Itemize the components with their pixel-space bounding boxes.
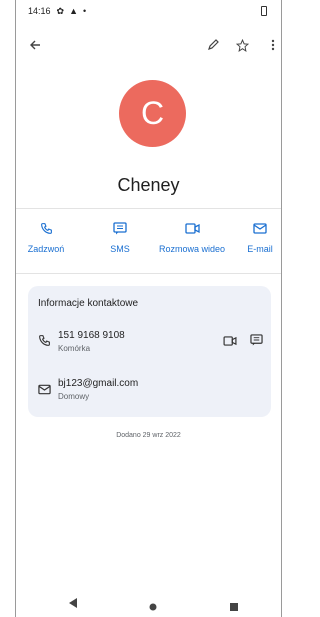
phone-row[interactable]: 151 9168 9108 Komórka	[28, 330, 271, 360]
sms-icon[interactable]	[250, 333, 263, 351]
divider	[16, 273, 281, 274]
contact-name: Cheney	[117, 175, 180, 195]
divider	[16, 208, 281, 209]
email-address: bj123@gmail.com	[58, 378, 139, 389]
message-icon	[113, 218, 127, 238]
video-call-icon[interactable]	[223, 333, 237, 351]
phone-icon	[40, 218, 53, 238]
action-bar: Zadzwoń SMS Rozmowa wideo E-mail	[16, 218, 281, 266]
edit-pencil-icon[interactable]	[202, 34, 224, 56]
notification-dot-icon: •	[83, 5, 87, 16]
system-nav-bar	[16, 592, 281, 616]
email-row[interactable]: bj123@gmail.com Domowy	[28, 378, 271, 408]
email-type: Domowy	[58, 392, 90, 401]
status-time: 14:16	[28, 6, 51, 16]
video-icon	[184, 218, 200, 238]
favorite-star-icon[interactable]	[231, 34, 253, 56]
mail-icon	[38, 382, 51, 400]
added-date-note: Dodano 29 wrz 2022	[116, 432, 181, 439]
video-call-label: Rozmowa wideo	[158, 244, 226, 254]
home-circle-icon[interactable]	[149, 598, 157, 616]
settings-gear-icon: ✿	[56, 5, 65, 16]
call-label: Zadzwoń	[27, 244, 65, 254]
sms-label: SMS	[110, 244, 130, 254]
contact-avatar: C	[119, 80, 186, 147]
contact-info-card: Informacje kontaktowe 151 9168 9108 Komó…	[28, 286, 271, 417]
sms-button[interactable]: SMS	[102, 218, 138, 254]
email-label: E-mail	[247, 244, 273, 254]
status-bar: 14:16 ✿ ▲ •	[16, 0, 281, 22]
phone-number: 151 9168 9108	[58, 330, 125, 341]
back-triangle-icon[interactable]	[68, 596, 78, 614]
mail-icon	[253, 218, 267, 238]
email-button[interactable]: E-mail	[240, 218, 280, 254]
back-arrow-icon[interactable]	[24, 34, 46, 56]
call-button[interactable]: Zadzwoń	[24, 218, 68, 254]
warning-icon: ▲	[69, 5, 78, 16]
video-call-button[interactable]: Rozmowa wideo	[152, 218, 232, 254]
app-bar	[16, 28, 281, 64]
more-vert-icon[interactable]	[262, 34, 284, 56]
phone-icon	[38, 334, 51, 352]
avatar-initial: C	[140, 95, 165, 131]
phone-type: Komórka	[58, 344, 91, 353]
phone-screen: 14:16 ✿ ▲ • C Cheney Zadzwoń SMS Rozmowa…	[15, 0, 282, 617]
card-title: Informacje kontaktowe	[38, 298, 139, 309]
battery-icon	[261, 6, 267, 16]
recents-square-icon[interactable]	[230, 598, 238, 616]
